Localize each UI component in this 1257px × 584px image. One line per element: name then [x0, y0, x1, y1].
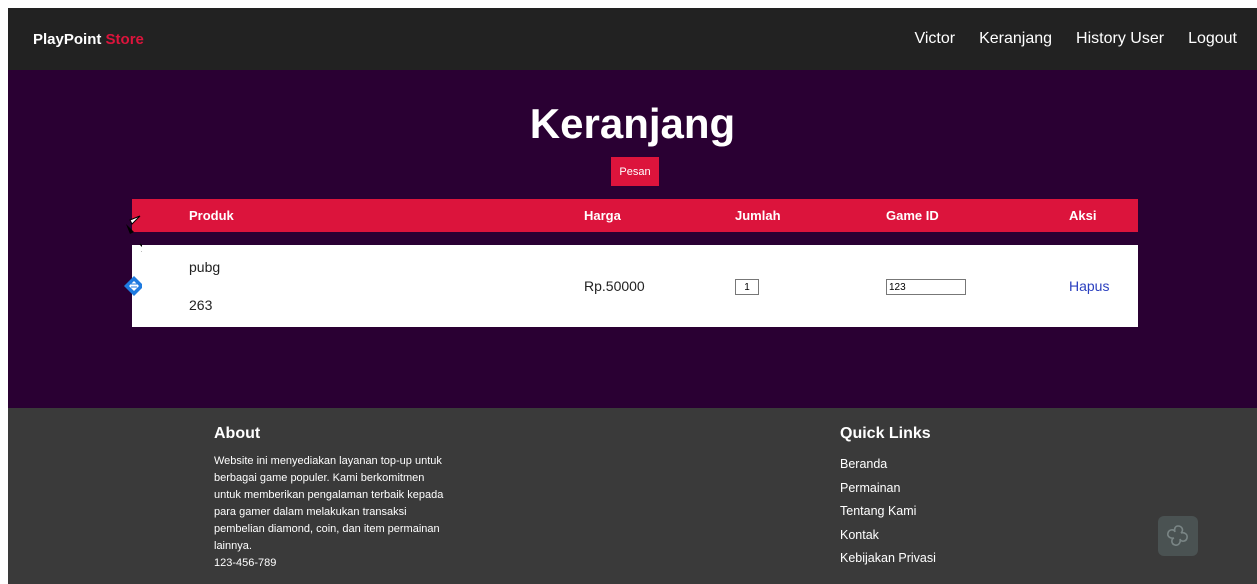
table-row: pubg 263 Rp.50000 Hapus: [132, 245, 1138, 327]
floating-widget-icon: [1167, 525, 1188, 546]
cell-game-id: [886, 245, 1069, 327]
table-spacer: [132, 232, 1138, 245]
cell-jumlah: [735, 245, 886, 327]
header-produk: Produk: [132, 199, 584, 232]
quick-link-kontak[interactable]: Kontak: [840, 524, 936, 548]
cursor-tool-icon: [124, 215, 142, 296]
header-aksi: Aksi: [1069, 199, 1138, 232]
navbar: PlayPoint Store Victor Keranjang History…: [8, 8, 1257, 70]
quick-link-tentang-kami[interactable]: Tentang Kami: [840, 500, 936, 524]
about-title: About: [214, 425, 261, 442]
cart-section: Keranjang Pesan Produk Harga Jumlah Game…: [8, 70, 1257, 408]
quick-links-title: Quick Links: [840, 425, 931, 442]
site-footer: About Website ini menyediakan layanan to…: [8, 408, 1257, 584]
page-title: Keranjang: [529, 100, 736, 147]
hapus-link[interactable]: Hapus: [1069, 278, 1109, 294]
cell-produk: pubg 263: [132, 245, 584, 327]
about-text: Website ini menyediakan layanan top-up u…: [214, 455, 444, 552]
product-name: pubg: [189, 259, 221, 275]
footer-quick-links: Quick Links Beranda Permainan Tentang Ka…: [840, 425, 936, 571]
footer-about: About Website ini menyediakan layanan to…: [214, 425, 454, 572]
header-harga: Harga: [584, 199, 735, 232]
about-phone: 123-456-789: [214, 557, 277, 569]
header-jumlah: Jumlah: [735, 199, 886, 232]
quick-link-beranda[interactable]: Beranda: [840, 453, 936, 477]
header-game-id: Game ID: [886, 199, 1069, 232]
nav-links: Victor Keranjang History User Logout: [914, 30, 1237, 48]
brand-accent: Store: [105, 30, 144, 48]
nav-link-logout[interactable]: Logout: [1188, 30, 1237, 48]
browser-viewport: PlayPoint Store Victor Keranjang History…: [0, 0, 1257, 584]
quick-link-permainan[interactable]: Permainan: [840, 477, 936, 501]
nav-link-history-user[interactable]: History User: [1076, 30, 1164, 48]
quantity-input[interactable]: [735, 279, 759, 296]
quick-link-kebijakan-privasi[interactable]: Kebijakan Privasi: [840, 547, 936, 571]
floating-widget[interactable]: [1158, 516, 1198, 556]
nav-link-keranjang[interactable]: Keranjang: [979, 30, 1052, 48]
nav-link-user[interactable]: Victor: [914, 30, 955, 48]
cart-table: Produk Harga Jumlah Game ID Aksi pubg 26…: [132, 199, 1138, 327]
cell-harga: Rp.50000: [584, 245, 735, 327]
game-id-input[interactable]: [886, 279, 966, 296]
brand-logo[interactable]: PlayPoint Store: [33, 31, 144, 48]
pesan-button[interactable]: Pesan: [611, 157, 659, 186]
cell-aksi: Hapus: [1069, 245, 1138, 327]
table-header-row: Produk Harga Jumlah Game ID Aksi: [132, 199, 1138, 232]
product-amount: 263: [189, 297, 213, 313]
brand-name: PlayPoint: [33, 30, 102, 48]
